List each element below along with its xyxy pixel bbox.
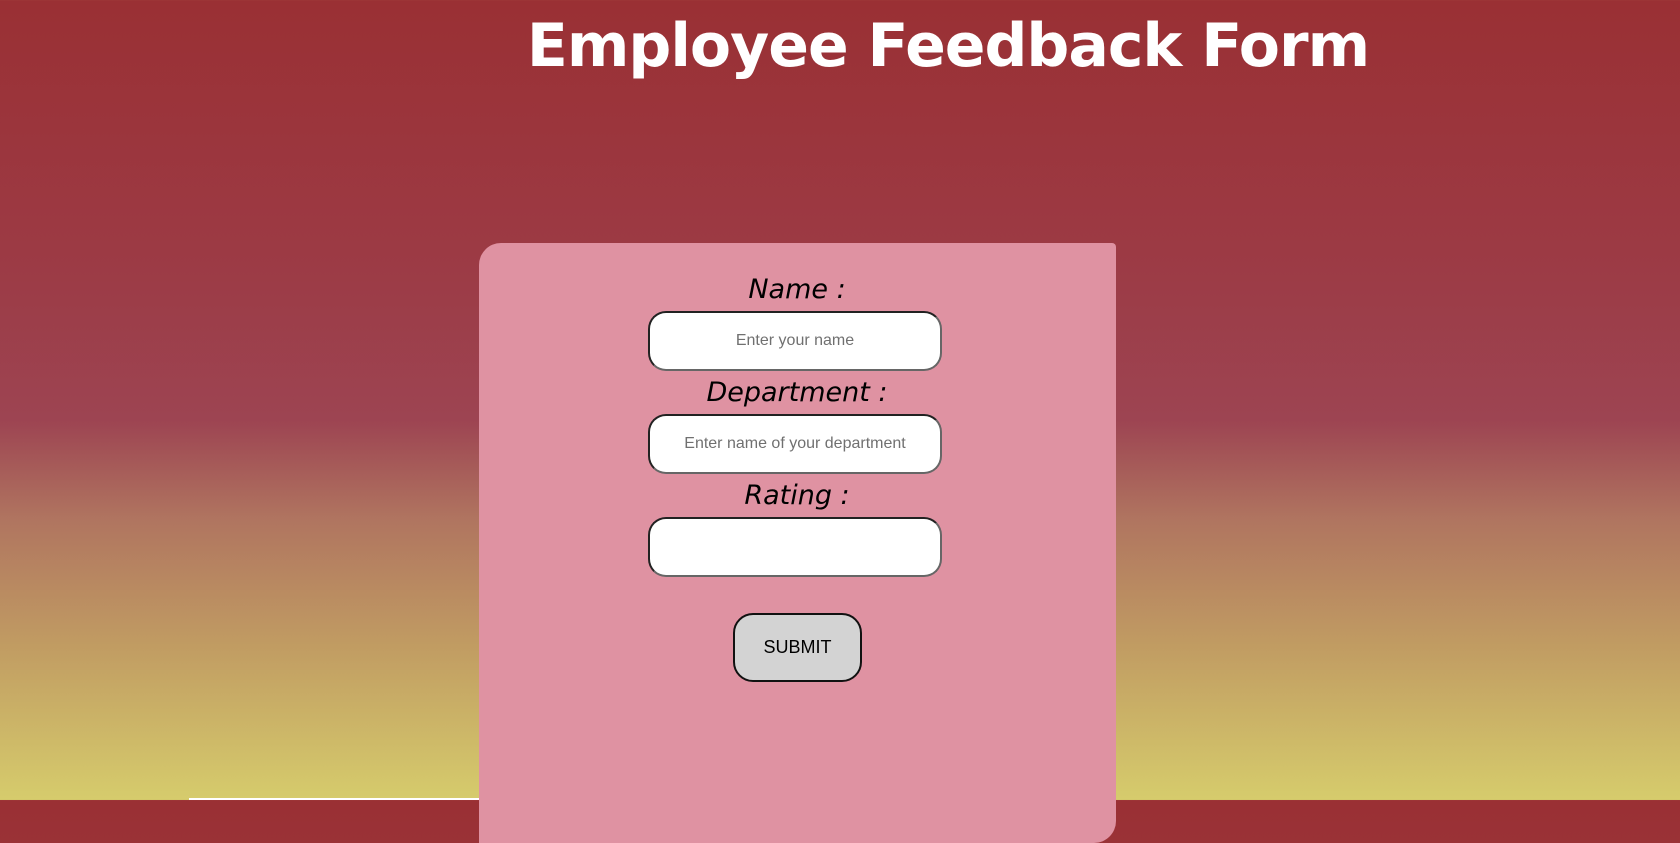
department-input[interactable] xyxy=(648,414,942,474)
page-title: Employee Feedback Form xyxy=(526,11,1370,81)
department-label: Department : xyxy=(706,377,888,408)
rating-input[interactable] xyxy=(648,517,942,577)
submit-button[interactable]: SUBMIT xyxy=(733,613,862,682)
name-input[interactable] xyxy=(648,311,942,371)
rating-label: Rating : xyxy=(744,480,850,511)
name-label: Name : xyxy=(748,274,846,305)
